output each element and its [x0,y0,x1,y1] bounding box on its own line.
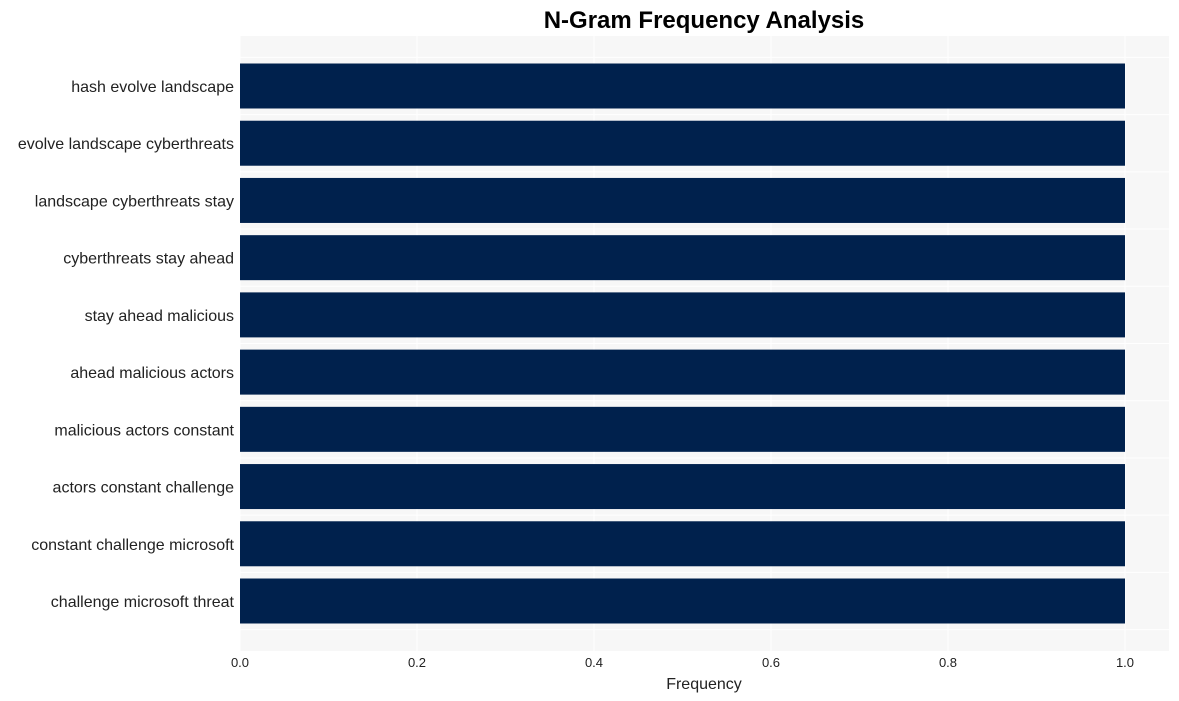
bar-7 [240,464,1125,510]
y-tick-label-2: landscape cyberthreats stay [35,193,234,210]
y-tick-label-8: constant challenge microsoft [31,537,234,554]
y-tick-label-5: ahead malicious actors [70,365,234,382]
bar-2 [240,177,1125,223]
x-axis-ticks: 0.0 0.2 0.4 0.6 0.8 1.0 [231,655,1134,670]
bar-6 [240,406,1125,452]
bar-1 [240,120,1125,166]
x-tick-label-1: 0.2 [408,655,426,670]
x-tick-label-3: 0.6 [762,655,780,670]
y-tick-label-0: hash evolve landscape [71,79,234,96]
y-tick-label-7: actors constant challenge [53,480,235,497]
bar-4 [240,292,1125,338]
y-axis-labels: hash evolve landscape evolve landscape cy… [18,79,235,611]
bar-0 [240,63,1125,109]
bar-9 [240,578,1125,624]
y-tick-label-9: challenge microsoft threat [51,594,235,611]
x-axis-title: Frequency [666,676,742,693]
x-tick-label-4: 0.8 [939,655,957,670]
x-tick-label-2: 0.4 [585,655,603,670]
bar-3 [240,235,1125,281]
y-tick-label-3: cyberthreats stay ahead [63,251,234,268]
ngram-bar-chart: N-Gram Frequency Analysis hash evolve la… [18,7,1169,693]
x-tick-label-5: 1.0 [1116,655,1134,670]
bar-5 [240,349,1125,395]
x-tick-label-0: 0.0 [231,655,249,670]
chart-title: N-Gram Frequency Analysis [544,7,865,34]
bar-8 [240,521,1125,567]
y-tick-label-1: evolve landscape cyberthreats [18,136,234,153]
y-tick-label-4: stay ahead malicious [85,308,234,325]
y-tick-label-6: malicious actors constant [54,422,234,439]
